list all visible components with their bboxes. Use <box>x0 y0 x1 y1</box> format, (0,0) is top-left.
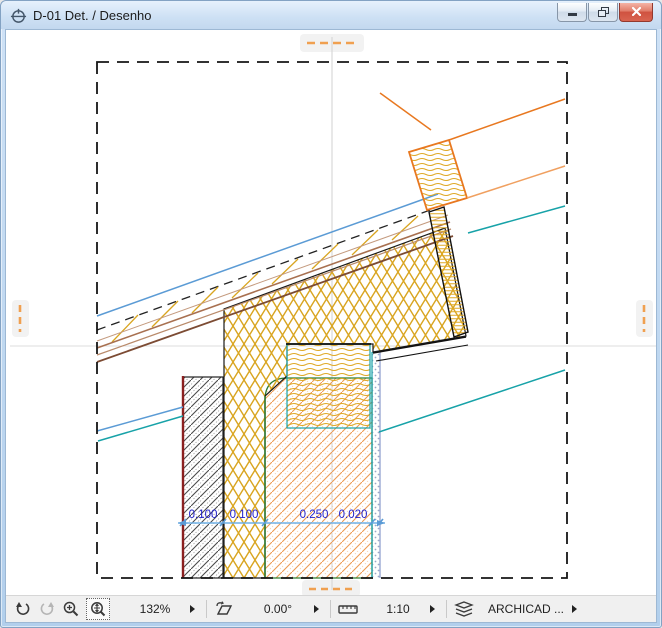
zoom-previous-icon <box>16 602 30 615</box>
flyout-arrow-icon <box>430 605 435 613</box>
dimension-text: 0.100 <box>230 509 259 521</box>
layer-combination-control[interactable]: ARCHICAD ... <box>476 602 583 616</box>
orientation-value: 0.00° <box>263 602 293 616</box>
separator <box>330 600 331 618</box>
restore-icon <box>597 6 609 17</box>
drawing-canvas[interactable]: 0.100 0.100 0.250 0.020 <box>6 30 656 595</box>
quick-options-bar: 132% 0.00° 1:10 ARCHICAD ... <box>6 595 656 622</box>
app-window: D-01 Det. / Desenho 0.100 0.100 0.250 0.… <box>0 0 662 628</box>
zoom-in-button[interactable] <box>59 598 83 620</box>
separator <box>206 600 207 618</box>
detail-drawing: 0.100 0.100 0.250 0.020 <box>10 34 656 595</box>
beam-block <box>286 343 371 429</box>
breakpoint-marker-bottom[interactable] <box>302 580 360 595</box>
fit-in-window-button[interactable] <box>86 598 110 620</box>
restore-button[interactable] <box>588 2 618 22</box>
purlin-block <box>407 138 469 212</box>
orientation-control[interactable]: 0.00° <box>236 602 325 616</box>
minimize-icon <box>567 13 577 16</box>
upper-roof-line-3 <box>466 165 566 199</box>
layers-button[interactable] <box>452 598 476 620</box>
flyout-arrow-icon <box>314 605 319 613</box>
flyout-arrow-icon <box>190 605 195 613</box>
flyout-arrow-icon <box>572 605 578 613</box>
zoom-in-icon <box>63 601 79 617</box>
plaster-layer <box>372 352 380 578</box>
ceiling-line-teal <box>97 415 184 442</box>
minimize-button[interactable] <box>557 2 587 22</box>
rotation-icon <box>216 601 233 615</box>
zoom-next-button[interactable] <box>35 598 59 620</box>
zoom-level-value: 132% <box>139 602 171 616</box>
teal-line-lower <box>378 369 566 433</box>
ceiling-line-blue <box>96 406 184 432</box>
wall-finish-hatch <box>182 376 224 579</box>
scale-button[interactable] <box>336 598 360 620</box>
upper-roof-line-2 <box>448 98 566 141</box>
layer-combination-value: ARCHICAD ... <box>488 602 565 616</box>
dimension-text: 0.020 <box>339 509 368 521</box>
dimension-text: 0.100 <box>189 509 218 521</box>
ruler-icon <box>338 605 358 614</box>
scale-control[interactable]: 1:10 <box>360 602 441 616</box>
separator <box>446 600 447 618</box>
teal-line-upper <box>467 205 566 234</box>
window-title: D-01 Det. / Desenho <box>33 7 152 23</box>
layers-icon <box>454 601 474 617</box>
upper-roof-line-1 <box>379 92 432 131</box>
close-button[interactable] <box>619 2 653 22</box>
rotation-button[interactable] <box>212 598 236 620</box>
detail-marker-icon[interactable] <box>10 7 27 24</box>
dimension-text: 0.250 <box>300 509 329 521</box>
close-icon <box>631 7 641 16</box>
zoom-next-icon <box>40 602 54 615</box>
zoom-previous-button[interactable] <box>11 598 35 620</box>
zoom-level-control[interactable]: 132% <box>110 602 201 616</box>
scale-value: 1:10 <box>386 602 410 616</box>
fit-in-window-icon <box>91 602 106 617</box>
window-titlebar[interactable]: D-01 Det. / Desenho <box>1 1 661 29</box>
